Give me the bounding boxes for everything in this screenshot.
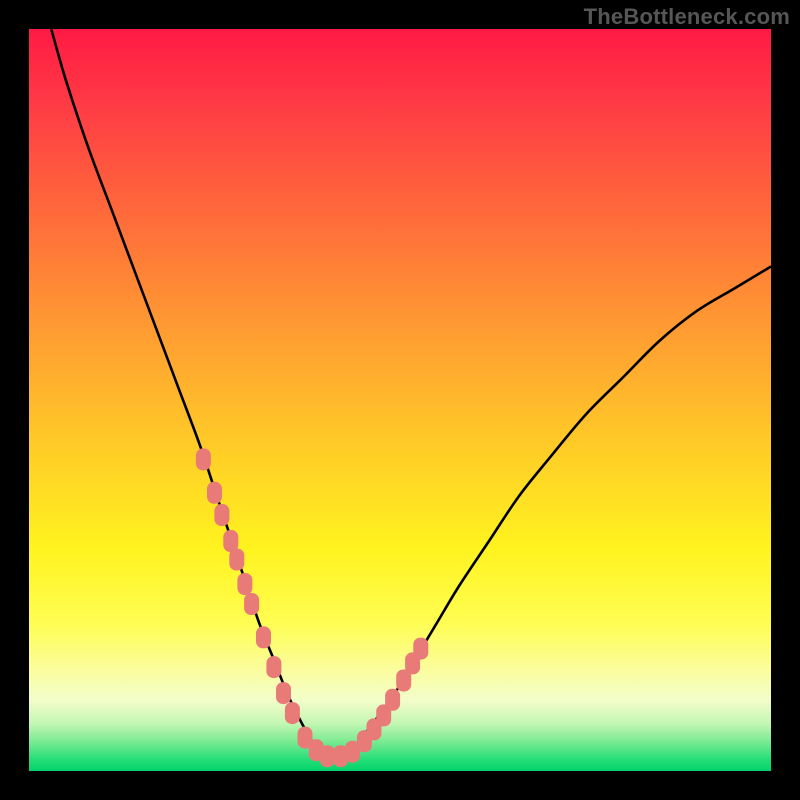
chart-gradient-background — [29, 29, 771, 771]
chart-frame: TheBottleneck.com — [0, 0, 800, 800]
watermark-text: TheBottleneck.com — [584, 4, 790, 30]
